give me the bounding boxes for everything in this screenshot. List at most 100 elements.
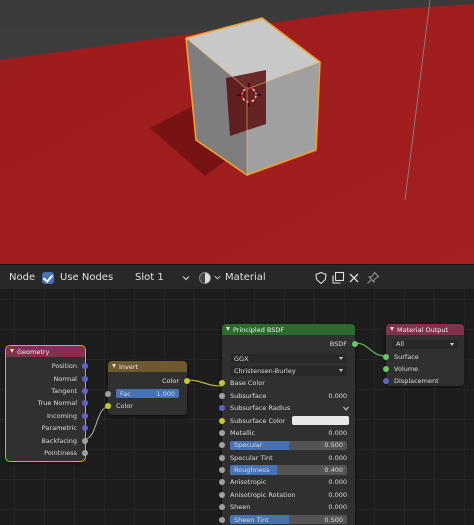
sheen-value[interactable]: 0.000: [328, 503, 347, 511]
geometry-node-title: Geometry: [17, 347, 50, 356]
geometry-node[interactable]: Geometry Position Normal Tangent True No…: [5, 345, 88, 462]
socket-sheen-tint[interactable]: [219, 516, 225, 523]
subsurface-color-swatch[interactable]: [292, 416, 349, 425]
material-name: Material: [225, 272, 266, 283]
socket-surface[interactable]: [383, 353, 389, 360]
invert-node-title: Invert: [119, 362, 139, 371]
fac-row: Fac 1.000: [105, 387, 187, 399]
chevron-down-icon: [182, 275, 190, 280]
socket-anisotropic-rotation[interactable]: [219, 491, 225, 498]
socket-invert-color-out[interactable]: [184, 378, 190, 385]
target-dropdown[interactable]: All: [392, 339, 458, 349]
material-browse-button[interactable]: [198, 265, 221, 290]
socket-label: Subsurface Color: [230, 416, 286, 425]
socket-label: True Normal: [37, 399, 77, 408]
socket-displacement[interactable]: [383, 378, 389, 385]
socket-subsurface-color[interactable]: [219, 417, 225, 424]
pin-button[interactable]: [366, 265, 380, 290]
socket-label: Displacement: [394, 377, 439, 386]
node-editor-header: Node Use Nodes Slot 1 Material: [0, 264, 474, 289]
socket-specular[interactable]: [219, 442, 225, 449]
output-socket-row: Incoming: [6, 410, 88, 422]
output-node-header[interactable]: Material Output: [386, 324, 464, 335]
socket-metallic[interactable]: [219, 429, 225, 436]
metallic-value[interactable]: 0.000: [328, 429, 347, 437]
chevron-down-icon[interactable]: [343, 406, 349, 411]
socket-label: Color: [116, 401, 133, 410]
socket-label: Pointiness: [44, 448, 77, 457]
fake-user-button[interactable]: [314, 265, 328, 290]
socket-label: Tangent: [51, 386, 77, 395]
anisotropic-value[interactable]: 0.000: [328, 478, 347, 486]
use-nodes-toggle[interactable]: Use Nodes: [42, 265, 113, 290]
target-value: All: [396, 340, 405, 349]
slot-dropdown[interactable]: Slot 1: [135, 265, 190, 290]
socket-true-normal[interactable]: [82, 400, 88, 407]
anisotropic-rotation-value[interactable]: 0.000: [328, 491, 347, 499]
pin-icon: [367, 271, 380, 284]
fac-label: Fac: [120, 389, 131, 398]
unlink-material-button[interactable]: [347, 265, 361, 290]
socket-incoming[interactable]: [82, 412, 88, 419]
socket-pointiness[interactable]: [82, 449, 88, 456]
socket-label: Sheen Tint: [234, 515, 269, 524]
link-bsdf-surface: [354, 342, 387, 357]
bsdf-node-header[interactable]: Principled BSDF: [222, 324, 355, 335]
material-output-node[interactable]: Material Output All Surface Volume Displ…: [383, 324, 464, 386]
socket-anisotropic[interactable]: [219, 479, 225, 486]
socket-subsurface-radius[interactable]: [219, 405, 225, 412]
duplicate-material-button[interactable]: [331, 265, 345, 290]
fac-value: 1.000: [156, 389, 175, 398]
socket-invert-color-in[interactable]: [105, 402, 111, 409]
checkbox-icon[interactable]: [42, 271, 54, 284]
socket-subsurface[interactable]: [219, 392, 225, 399]
copy-icon: [332, 271, 345, 284]
socket-base-color[interactable]: [219, 380, 225, 387]
input-socket-row: Anisotropic 0.000: [219, 476, 355, 488]
socket-parametric[interactable]: [82, 425, 88, 432]
target-row: All: [386, 338, 464, 350]
subsurface-method-dropdown[interactable]: Christensen-Burley: [230, 366, 347, 376]
specular-tint-value[interactable]: 0.000: [328, 454, 347, 462]
socket-sheen[interactable]: [219, 504, 225, 511]
specular-slider[interactable]: Specular 0.500: [230, 440, 347, 451]
specular-value: 0.500: [324, 441, 343, 450]
socket-specular-tint[interactable]: [219, 454, 225, 461]
input-socket-row: Sheen Tint 0.500: [219, 513, 355, 525]
node-canvas[interactable]: Geometry Position Normal Tangent True No…: [0, 289, 474, 525]
socket-roughness[interactable]: [219, 467, 225, 474]
fac-slider[interactable]: Fac 1.000: [116, 388, 179, 399]
socket-normal[interactable]: [82, 375, 88, 382]
output-socket-row: Parametric: [6, 422, 88, 434]
roughness-value: 0.400: [324, 466, 343, 475]
socket-label: Incoming: [47, 411, 77, 420]
3d-viewport[interactable]: [0, 0, 474, 264]
invert-node-header[interactable]: Invert: [108, 361, 187, 372]
principled-bsdf-node[interactable]: Principled BSDF BSDF GGX Christensen-Bur…: [219, 324, 358, 525]
socket-bsdf-out[interactable]: [352, 341, 358, 348]
socket-fac[interactable]: [105, 390, 111, 397]
socket-label: Backfacing: [41, 436, 77, 445]
socket-label: Subsurface Radius: [230, 404, 291, 413]
input-socket-row: Subsurface Radius: [219, 402, 355, 414]
socket-label: Position: [51, 362, 77, 371]
output-socket-row: True Normal: [6, 397, 88, 409]
input-socket-row: Specular Tint 0.000: [219, 452, 355, 464]
input-socket-row: Volume: [383, 363, 464, 375]
input-socket-row: Metallic 0.000: [219, 427, 355, 439]
socket-volume[interactable]: [383, 365, 389, 372]
socket-label: Parametric: [41, 424, 77, 433]
sheen-tint-slider[interactable]: Sheen Tint 0.500: [230, 514, 347, 525]
shield-icon: [315, 271, 327, 284]
socket-position[interactable]: [82, 363, 88, 370]
socket-label: Anisotropic Rotation: [230, 490, 296, 499]
editor-type-menu[interactable]: Node: [9, 265, 35, 290]
invert-node[interactable]: Invert Color Fac 1.000 Color: [105, 361, 190, 415]
socket-tangent[interactable]: [82, 387, 88, 394]
material-name-field[interactable]: Material: [225, 265, 266, 290]
subsurface-value[interactable]: 0.000: [328, 392, 347, 400]
socket-backfacing[interactable]: [82, 437, 88, 444]
roughness-slider[interactable]: Roughness 0.400: [230, 465, 347, 475]
distribution-dropdown[interactable]: GGX: [230, 353, 347, 364]
geometry-node-header[interactable]: Geometry: [6, 346, 85, 357]
